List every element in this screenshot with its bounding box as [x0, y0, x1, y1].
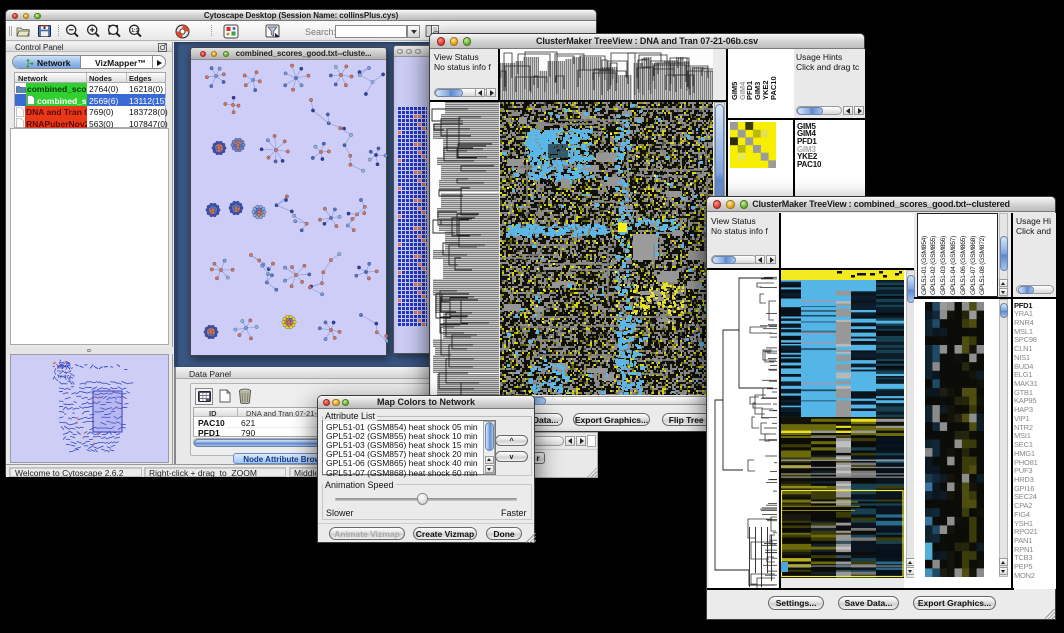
svg-text:1:1: 1:1: [131, 28, 138, 34]
